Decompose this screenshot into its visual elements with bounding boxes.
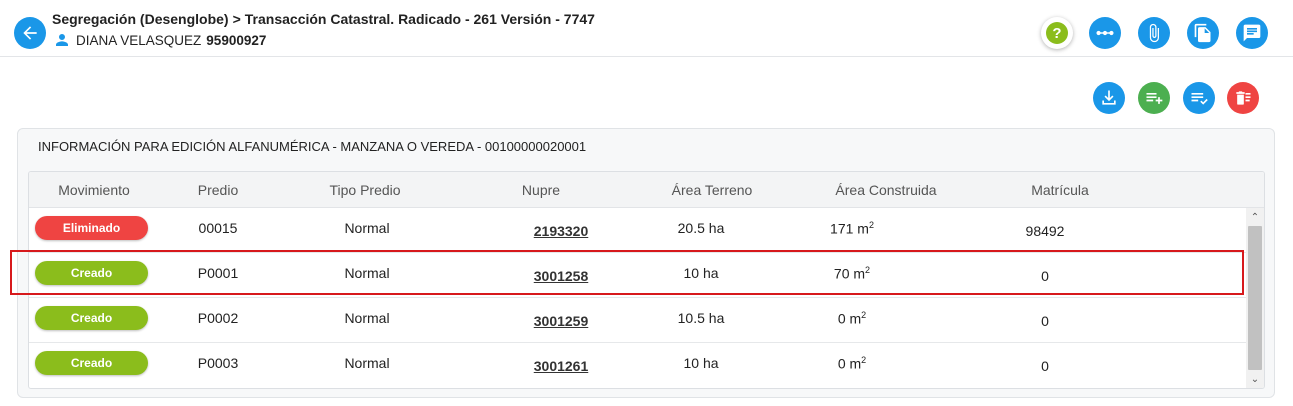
matricula-cell: 0 — [1041, 358, 1049, 374]
user-name: DIANA VELASQUEZ — [76, 32, 202, 48]
nupre-link[interactable]: 3001261 — [534, 358, 589, 374]
unit-superscript: 2 — [865, 265, 871, 275]
nupre-link[interactable]: 3001258 — [534, 268, 589, 284]
workflow-icon — [1096, 30, 1114, 36]
validate-button[interactable] — [1183, 82, 1215, 114]
page-header: Segregación (Desenglobe) > Transacción Cat… — [0, 0, 1293, 57]
column-header-area-terreno[interactable]: Área Terreno — [672, 182, 753, 198]
add-record-button[interactable] — [1138, 82, 1170, 114]
panel-title: INFORMACIÓN PARA EDICIÓN ALFANUMÉRICA - … — [38, 139, 587, 154]
scroll-up-icon[interactable]: ⌃ — [1246, 208, 1264, 226]
matricula-cell: 0 — [1041, 313, 1049, 329]
area-construida-value: 70 m — [833, 265, 866, 282]
documents-button[interactable] — [1187, 17, 1219, 49]
column-header-tipo-predio[interactable]: Tipo Predio — [329, 182, 400, 198]
workflow-button[interactable] — [1089, 17, 1121, 49]
table-row[interactable]: Eliminado 00015 Normal 2193320 20.5 ha 1… — [29, 208, 1247, 253]
documents-icon — [1194, 23, 1211, 43]
check-list-icon — [1191, 93, 1208, 105]
alphanumeric-panel: INFORMACIÓN PARA EDICIÓN ALFANUMÉRICA - … — [17, 128, 1275, 398]
add-list-icon — [1146, 93, 1163, 104]
notes-icon — [1243, 24, 1261, 42]
download-button[interactable] — [1093, 82, 1125, 114]
area-terreno-cell: 10 ha — [683, 265, 719, 281]
area-construida-cell: 171 m2 — [830, 220, 874, 237]
user-id: 95900927 — [206, 32, 267, 48]
area-construida-cell: 0 m2 — [838, 310, 866, 327]
tipo-predio-cell: Normal — [344, 220, 390, 236]
column-header-area-construida[interactable]: Área Construida — [835, 182, 936, 198]
area-construida-value: 171 m — [830, 220, 869, 237]
predio-cell: P0002 — [197, 310, 239, 326]
table-scrollbar[interactable]: ⌃ ⌄ — [1246, 208, 1264, 388]
area-construida-cell: 0 m2 — [838, 355, 866, 372]
person-icon — [54, 32, 70, 48]
unit-superscript: 2 — [868, 220, 874, 230]
predio-cell: P0001 — [197, 265, 239, 281]
column-header-matricula[interactable]: Matrícula — [1031, 182, 1089, 198]
area-construida-value: 0 m — [837, 310, 862, 327]
movement-badge[interactable]: Creado — [35, 306, 148, 330]
tipo-predio-cell: Normal — [344, 355, 390, 371]
nupre-link[interactable]: 2193320 — [534, 223, 589, 239]
nupre-link[interactable]: 3001259 — [534, 313, 589, 329]
notes-button[interactable] — [1236, 17, 1268, 49]
movement-badge[interactable]: Creado — [35, 351, 148, 375]
help-icon: ? — [1046, 22, 1068, 44]
predio-cell: P0003 — [197, 355, 239, 371]
area-construida-cell: 70 m2 — [834, 265, 870, 282]
delete-button[interactable] — [1227, 82, 1259, 114]
help-button[interactable]: ? — [1041, 17, 1073, 49]
area-construida-value: 0 m — [837, 355, 862, 372]
table-row[interactable]: Creado P0002 Normal 3001259 10.5 ha 0 m2… — [29, 298, 1247, 343]
movement-badge[interactable]: Creado — [35, 261, 148, 285]
scroll-thumb[interactable] — [1248, 226, 1262, 370]
tipo-predio-cell: Normal — [344, 265, 390, 281]
movement-badge[interactable]: Eliminado — [35, 216, 148, 240]
download-icon — [1102, 90, 1116, 105]
matricula-cell: 0 — [1041, 268, 1049, 284]
breadcrumb-process: Segregación (Desenglobe) — [52, 11, 229, 27]
area-terreno-cell: 20.5 ha — [677, 220, 725, 236]
back-button[interactable] — [14, 17, 46, 49]
delete-list-icon — [1236, 91, 1251, 105]
scroll-down-icon[interactable]: ⌄ — [1246, 370, 1264, 388]
arrow-left-icon — [23, 26, 37, 40]
predio-cell: 00015 — [198, 220, 238, 236]
unit-superscript: 2 — [861, 355, 867, 365]
breadcrumb: Segregación (Desenglobe) > Transacción Cat… — [52, 11, 595, 27]
breadcrumb-transaction: Transacción Catastral. Radicado - 261 Ve… — [244, 11, 595, 27]
breadcrumb-separator: > — [232, 11, 241, 27]
column-header-nupre[interactable]: Nupre — [522, 182, 560, 198]
unit-superscript: 2 — [861, 310, 867, 320]
table-row[interactable]: Creado P0001 Normal 3001258 10 ha 70 m2 … — [29, 253, 1247, 298]
tipo-predio-cell: Normal — [344, 310, 390, 326]
attachment-icon — [1149, 23, 1159, 43]
table-header: Movimiento Predio Tipo Predio Nupre Área… — [29, 172, 1264, 208]
column-header-predio[interactable]: Predio — [198, 182, 238, 198]
area-terreno-cell: 10 ha — [683, 355, 719, 371]
area-terreno-cell: 10.5 ha — [677, 310, 725, 326]
table-row[interactable]: Creado P0003 Normal 3001261 10 ha 0 m2 0 — [29, 343, 1247, 388]
attachment-button[interactable] — [1138, 17, 1170, 49]
matricula-cell: 98492 — [1025, 223, 1065, 239]
user-info: DIANA VELASQUEZ 95900927 — [54, 32, 266, 48]
column-header-movimiento[interactable]: Movimiento — [58, 182, 130, 198]
predios-table: Movimiento Predio Tipo Predio Nupre Área… — [28, 171, 1265, 389]
